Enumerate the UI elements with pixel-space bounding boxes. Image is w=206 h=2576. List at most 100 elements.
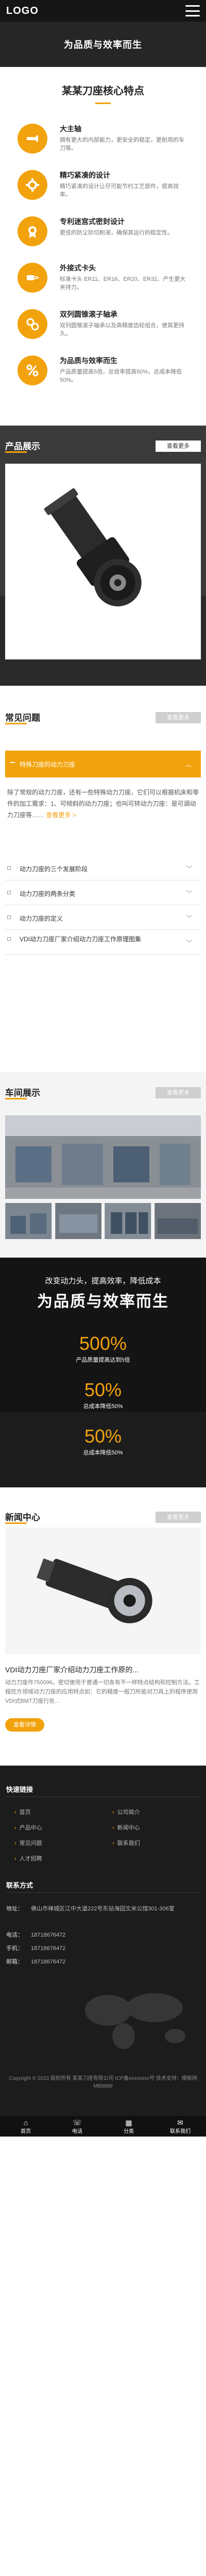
footer-link[interactable]: › 产品中心: [14, 1823, 42, 1832]
bearing-icon: [18, 309, 47, 339]
feature-desc: 更佳的防尘防切削液，确保其运行的稳定性。: [60, 230, 173, 236]
hero-title: 为品质与效率而生: [64, 40, 142, 50]
feature-name: 大主轴: [60, 125, 81, 133]
read-more-link[interactable]: 查看更多 >: [46, 811, 76, 819]
footer-link[interactable]: › 首页: [14, 1808, 31, 1816]
workshop-main-photo[interactable]: [5, 1115, 201, 1199]
nav-label: 联系我们: [170, 2128, 191, 2134]
feature-desc: 拥有更大的内部能力，更安全的稳定，更耐用的车刀等。: [60, 137, 184, 151]
stat-label: 总成本降低50%: [83, 1403, 123, 1410]
nav-label: 分类: [124, 2128, 134, 2134]
products-more-button[interactable]: 查看更多: [156, 440, 201, 452]
copyright-text: Copyright © 2023 版权所有 某某刀座有限公司 ICP备xxxxx…: [9, 2076, 197, 2089]
stat-item: 50% 总成本降低50%: [0, 1426, 206, 1456]
footer-link[interactable]: › 公司简介: [112, 1808, 140, 1816]
bottom-navigation: ⌂ 首页 ☏ 电话 ▦ 分类 ✉ 联系我们: [0, 2116, 206, 2137]
stats-section: 改变动力头，提高效率，降低成本 为品质与效率而生 500% 产品质量提高达到5倍…: [0, 1258, 206, 1487]
faq-question: VDI动力刀座厂家介绍动力刀座工作原理图集: [20, 936, 142, 943]
feature-item: 双列圆锥滚子轴承 双列圆锥滚子轴承以及高精度齿轮组合，使其更持久。: [18, 309, 193, 348]
stat-label: 总成本降低50%: [83, 1450, 123, 1456]
arrow-icon: ›: [112, 1809, 114, 1816]
world-map-graphic: [85, 1993, 185, 2049]
nav-contact[interactable]: ✉ 联系我们: [154, 2116, 206, 2137]
arrow-icon: ›: [14, 1840, 16, 1846]
collapse-icon: [10, 762, 15, 763]
phone-icon: ☏: [73, 2118, 82, 2127]
article-detail-button[interactable]: 查看详情: [5, 1718, 44, 1732]
faq-question: 特殊刀座的动力刀座: [20, 761, 76, 768]
title-underline: [5, 1522, 27, 1524]
product-card[interactable]: [5, 464, 201, 659]
tool-holder-image: [5, 464, 201, 659]
faq-item[interactable]: 动力刀座的两条分类 ﹀: [5, 880, 201, 905]
arrow-icon: ›: [14, 1856, 16, 1862]
feature-desc: 精巧紧凑的设计让尽可能节约工艺部件，提高效率。: [60, 183, 179, 198]
products-title: 产品展示: [5, 442, 40, 451]
workshop-thumbnail[interactable]: [154, 1203, 201, 1239]
stat-number: 50%: [84, 1379, 122, 1400]
faq-item[interactable]: VDI动力刀座厂家介绍动力刀座工作原理图集 ﹀: [5, 930, 201, 955]
contact-address: 地址： 佛山市禅城区江中大道222号东站海园文米公馆301-306室: [6, 1906, 175, 1912]
faq-answer-text: 除了常规的动力刀座，还有一些特殊动力刀座，它们可以根据机床和零件的加工需求：1、…: [7, 789, 199, 819]
stat-item: 500% 产品质量提高达到5倍: [0, 1333, 206, 1364]
products-section: 产品展示 查看更多: [0, 426, 206, 686]
feature-item: 专利迷宫式密封设计 更佳的防尘防切削液，确保其运行的稳定性。: [18, 216, 193, 256]
title-underline: [5, 451, 27, 453]
feature-item: 精巧紧凑的设计 精巧紧凑的设计让尽可能节约工艺部件，提高效率。: [18, 170, 193, 209]
contact-email[interactable]: 邮箱： 18718676472: [6, 1957, 65, 1965]
chevron-up-icon: ︿: [185, 761, 192, 768]
grid-icon: ▦: [125, 2118, 132, 2127]
news-title: 新闻中心: [5, 1513, 40, 1522]
faq-question: 动力刀座的三个发展阶段: [20, 866, 88, 873]
nav-phone[interactable]: ☏ 电话: [52, 2116, 103, 2137]
faq-item[interactable]: 动力刀座的三个发展阶段 ﹀: [5, 856, 201, 880]
arrow-icon: ›: [14, 1809, 16, 1816]
contact-phone[interactable]: 电话： 18718676472: [6, 1930, 65, 1939]
stat-item: 50% 总成本降低50%: [0, 1379, 206, 1410]
chat-icon: ✉: [177, 2118, 183, 2127]
footer-link[interactable]: › 联系我们: [112, 1839, 140, 1847]
feature-name: 精巧紧凑的设计: [60, 171, 110, 179]
article-title[interactable]: VDI动力刀座厂家介绍动力刀座工作原的...: [5, 1665, 201, 1675]
workshop-thumbnail[interactable]: [5, 1203, 52, 1239]
bullet-icon: [7, 937, 11, 941]
site-header: LOGO: [0, 0, 206, 22]
faq-header: 常见问题 查看更多: [5, 710, 201, 724]
workshop-thumbnail[interactable]: [55, 1203, 102, 1239]
contact-title: 联系方式: [6, 1882, 33, 1889]
bullet-icon: [7, 916, 11, 919]
faq-section: 常见问题 查看更多 特殊刀座的动力刀座 ︿ 除了常规的动力刀座，还有一些特殊动力…: [0, 686, 206, 1072]
footer-link[interactable]: › 人才招聘: [14, 1854, 42, 1862]
gear-icon: [18, 170, 47, 200]
news-more-button[interactable]: 查看更多: [156, 1512, 201, 1523]
feature-item: 大主轴 拥有更大的内部能力，更安全的稳定，更耐用的车刀等。: [18, 124, 193, 163]
stat-number: 50%: [84, 1426, 122, 1447]
feature-name: 专利迷宫式密封设计: [60, 217, 125, 226]
feature-item: 外接式卡头 标准卡头 ER11、ER16、ER20、ER32、产生更大夹持力。: [18, 263, 193, 302]
feature-name: 外接式卡头: [60, 264, 96, 272]
nav-label: 电话: [72, 2128, 82, 2134]
shaft-icon: [18, 124, 47, 154]
footer-link[interactable]: › 新闻中心: [112, 1823, 140, 1832]
arrow-icon: ›: [14, 1825, 16, 1831]
products-header: 产品展示 查看更多: [5, 439, 201, 453]
faq-item[interactable]: 动力刀座的定义 ﹀: [5, 905, 201, 930]
bullet-icon: [7, 866, 11, 870]
menu-icon[interactable]: [185, 5, 200, 16]
contact-mobile[interactable]: 手机： 18718676472: [6, 1944, 65, 1952]
news-image[interactable]: [5, 1528, 201, 1654]
quick-links-title: 快速链接: [6, 1786, 33, 1793]
site-logo[interactable]: LOGO: [6, 5, 39, 17]
nav-category[interactable]: ▦ 分类: [103, 2116, 154, 2137]
faq-more-button[interactable]: 查看更多: [156, 712, 201, 723]
stats-tagline: 改变动力头，提高效率，降低成本: [45, 1277, 161, 1285]
workshop-more-button[interactable]: 查看更多: [156, 1087, 201, 1098]
chevron-down-icon: ﹀: [185, 914, 193, 922]
faq-question: 动力刀座的定义: [20, 915, 63, 922]
nav-home[interactable]: ⌂ 首页: [0, 2116, 52, 2137]
footer-link[interactable]: › 常见问题: [14, 1839, 42, 1847]
news-section: 新闻中心 查看更多: [0, 1487, 206, 1663]
workshop-thumbnail[interactable]: [105, 1203, 151, 1239]
faq-active-item[interactable]: 特殊刀座的动力刀座 ︿: [5, 751, 201, 777]
faq-title: 常见问题: [5, 713, 40, 723]
